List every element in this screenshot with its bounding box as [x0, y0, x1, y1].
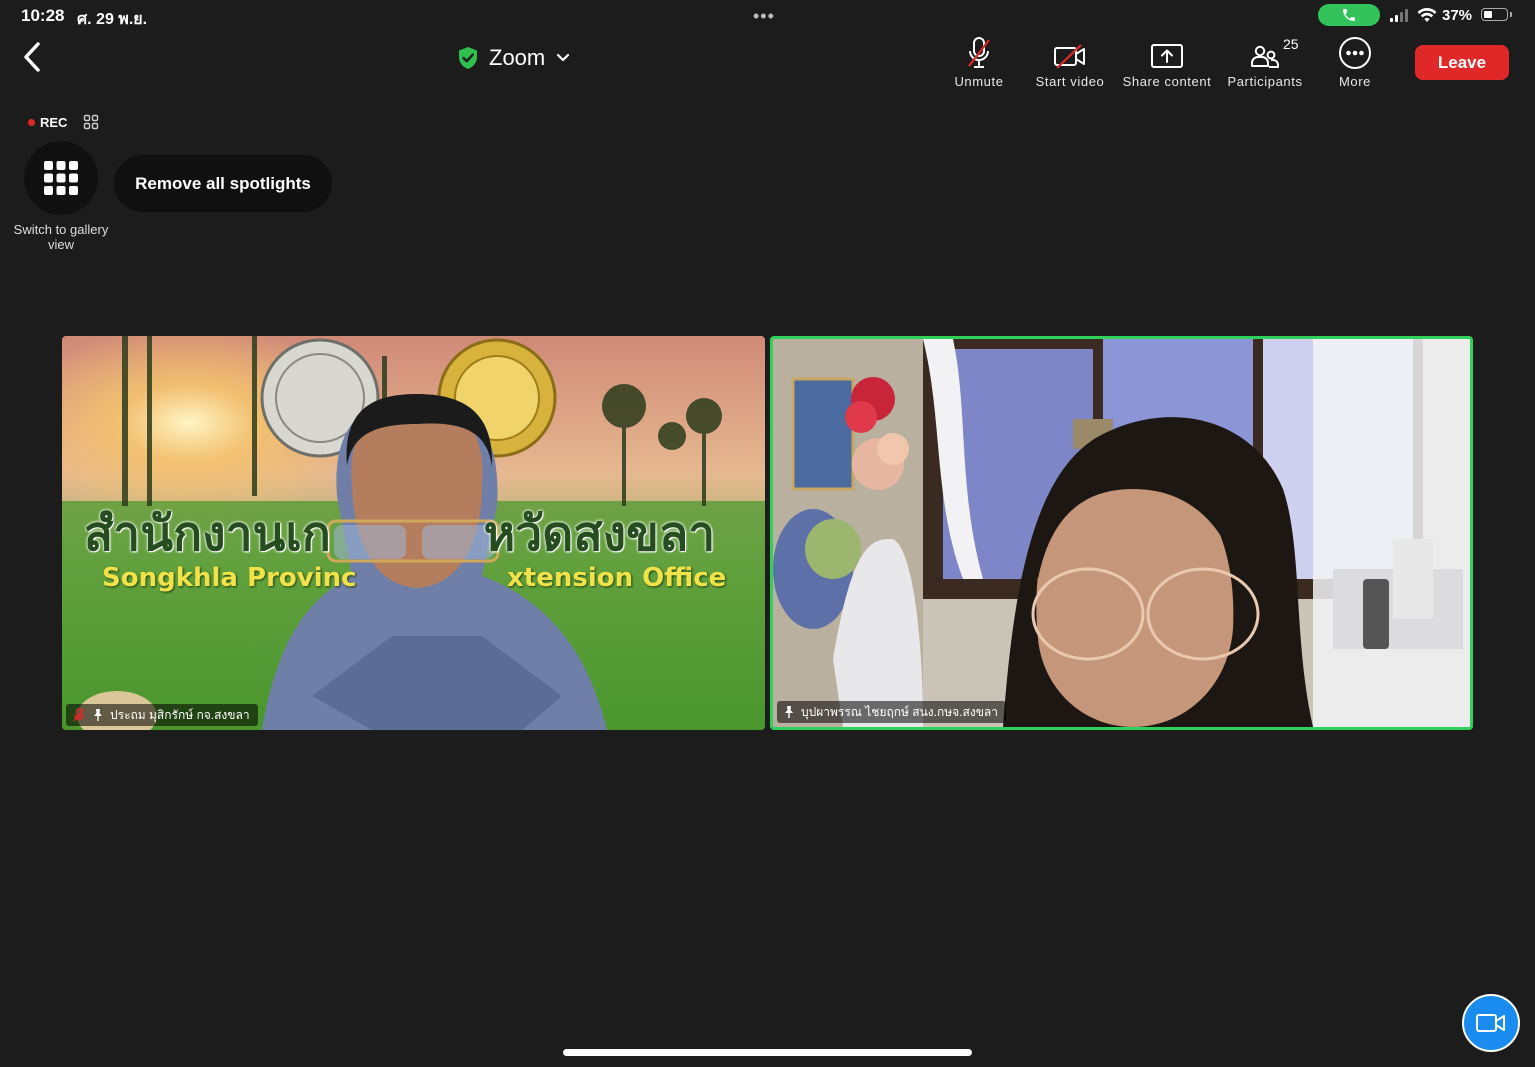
phone-icon [1343, 9, 1355, 21]
battery-percent: 37% [1442, 7, 1473, 24]
status-bar: 10:28 ศ. 29 พ.ย. ••• 37% [0, 0, 1535, 30]
more-button[interactable]: More [1305, 34, 1405, 89]
participant-name-tag-2: บุปผาพรรณ ไชยฤกษ์ สนง.กษจ.สงขลา [777, 701, 1006, 723]
video-tile-1[interactable]: สำนักงานเก จังหวัดสงขลา Songkhla Provinc… [62, 336, 765, 730]
home-indicator[interactable] [563, 1049, 972, 1056]
share-screen-icon [1151, 44, 1183, 68]
grid-icon[interactable] [83, 114, 99, 130]
shield-check-icon [459, 47, 477, 69]
pin-icon [785, 706, 793, 718]
participant-name-1: ประถม มุสิกรักษ์ กจ.สงขลา [110, 707, 250, 722]
meeting-title-dropdown[interactable]: Zoom [457, 43, 571, 73]
bg-banner-title-left: สำนักงานเก [84, 506, 331, 562]
camera-float-button[interactable] [1462, 994, 1520, 1052]
bg-banner-sub-left: Songkhla Provinc [102, 563, 357, 593]
multitask-dots-icon[interactable]: ••• [753, 6, 775, 27]
meeting-title: Zoom [489, 45, 546, 70]
status-date: ศ. 29 พ.ย. [77, 11, 148, 28]
active-call-pill[interactable] [1318, 4, 1380, 26]
gallery-grid-icon [44, 161, 78, 195]
mic-muted-icon [968, 37, 990, 68]
unmute-button[interactable]: Unmute [929, 34, 1029, 89]
participants-label: Participants [1227, 74, 1303, 89]
recording-indicator: REC [28, 115, 67, 130]
participants-icon [1251, 45, 1279, 68]
video-camera-icon [1476, 1014, 1505, 1032]
pin-icon [94, 709, 102, 721]
participant-name-tag-1: ประถม มุสิกรักษ์ กจ.สงขลา [66, 704, 258, 726]
participants-button[interactable]: Participants [1215, 34, 1315, 89]
participant-video-2 [773, 339, 1470, 727]
unmute-label: Unmute [954, 74, 1004, 89]
signal-icon [1390, 9, 1408, 22]
participants-count: 25 [1283, 36, 1299, 52]
share-content-button[interactable]: Share content [1117, 34, 1217, 89]
more-label: More [1338, 74, 1372, 89]
remove-spotlights-button[interactable]: Remove all spotlights [114, 155, 332, 212]
start-video-button[interactable]: Start video [1020, 34, 1120, 89]
start-video-label: Start video [1035, 74, 1105, 89]
share-content-label: Share content [1122, 74, 1212, 89]
switch-gallery-view-button[interactable] [24, 141, 98, 215]
rec-label: REC [40, 115, 68, 130]
mic-muted-icon [73, 708, 85, 722]
video-tile-2-active-speaker[interactable]: บุปผาพรรณ ไชยฤกษ์ สนง.กษจ.สงขลา [770, 336, 1473, 730]
back-chevron-icon[interactable] [20, 40, 46, 74]
status-time: 10:28 [21, 6, 65, 25]
record-dot-icon [28, 119, 35, 126]
wifi-icon [1417, 7, 1437, 22]
participant-name-2: บุปผาพรรณ ไชยฤกษ์ สนง.กษจ.สงขลา [801, 704, 998, 719]
bg-banner-sub-right: xtension Office [507, 563, 727, 593]
leave-button[interactable]: Leave [1415, 45, 1509, 80]
gallery-view-label: Switch to gallery view [13, 222, 109, 252]
chevron-down-icon [557, 53, 570, 62]
battery-icon [1481, 8, 1508, 21]
more-dots-icon [1339, 37, 1371, 69]
video-off-icon [1054, 44, 1085, 69]
